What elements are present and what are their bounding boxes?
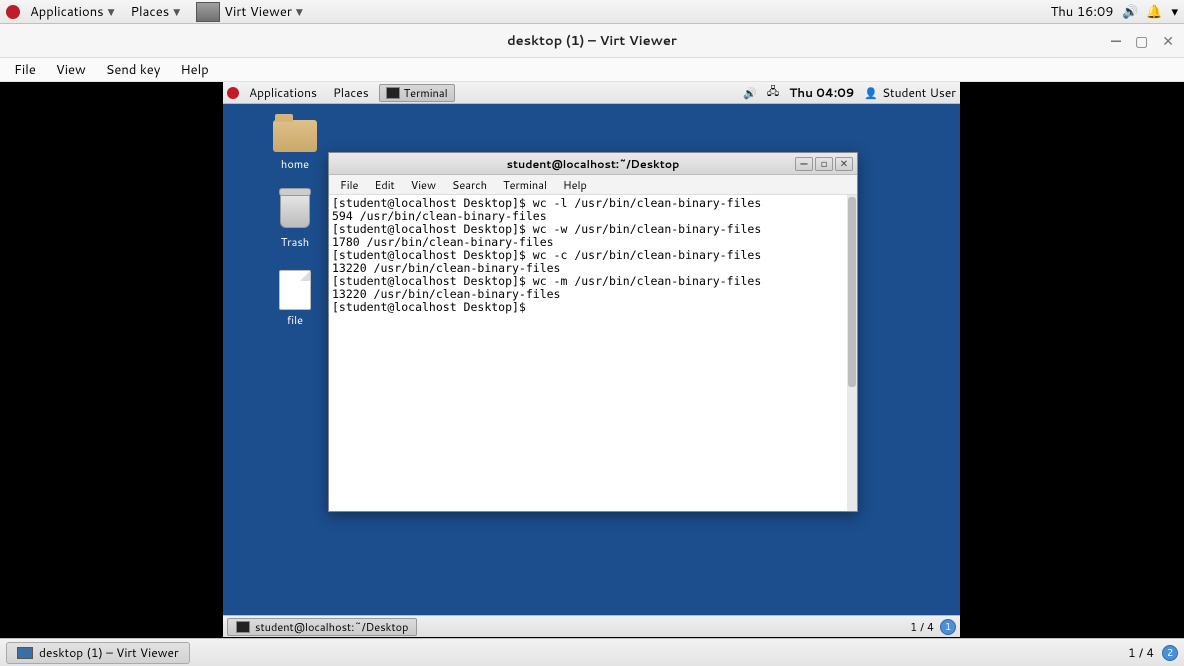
- host-bottom-panel: desktop (1) – Virt Viewer 1 / 4 2: [0, 638, 1184, 666]
- guest-workspace-badge[interactable]: 1: [940, 619, 956, 635]
- maximize-button[interactable]: ▢: [1135, 31, 1148, 51]
- guest-task-terminal-label: Terminal: [404, 85, 448, 101]
- terminal-body[interactable]: [student@localhost Desktop]$ wc -l /usr/…: [329, 195, 857, 511]
- host-workspace-indicator[interactable]: 1 / 4: [1128, 644, 1154, 661]
- virt-menu-sendkey[interactable]: Send key: [98, 59, 169, 81]
- notification-icon[interactable]: 🔔: [1147, 5, 1161, 19]
- desktop-icon-home[interactable]: home: [263, 114, 327, 172]
- viewer-display-area[interactable]: Applications Places Terminal 🔊 🖧 Thu 04:…: [0, 82, 1184, 638]
- virt-viewer-app-icon: [196, 2, 220, 22]
- guest-desktop[interactable]: Applications Places Terminal 🔊 🖧 Thu 04:…: [223, 82, 960, 637]
- folder-icon: [273, 120, 317, 152]
- terminal-titlebar[interactable]: student@localhost:~/Desktop — ▫ ✕: [329, 153, 857, 175]
- volume-icon[interactable]: 🔊: [1123, 5, 1137, 19]
- guest-places-menu[interactable]: Places: [327, 83, 375, 102]
- trash-icon: [280, 192, 310, 228]
- terminal-icon: [236, 621, 250, 633]
- host-app-label: Virt Viewer: [224, 3, 292, 21]
- desktop-icon-home-label: home: [281, 156, 309, 172]
- host-applications-label: Applications: [30, 3, 104, 21]
- volume-icon[interactable]: 🔊: [743, 85, 757, 101]
- terminal-scrollbar-thumb[interactable]: [848, 197, 856, 387]
- virt-menu-help[interactable]: Help: [172, 59, 216, 81]
- guest-workspace-indicator[interactable]: 1 / 4: [910, 619, 934, 635]
- chevron-down-icon: ▼: [173, 5, 180, 18]
- guest-taskbar-terminal[interactable]: student@localhost:~/Desktop: [227, 618, 417, 636]
- fedora-logo-icon: [6, 5, 20, 19]
- terminal-menu-view[interactable]: View: [404, 176, 443, 194]
- guest-applications-label: Applications: [249, 84, 317, 101]
- guest-desktop-icons: home Trash file: [263, 114, 327, 328]
- close-button[interactable]: ✕: [1162, 31, 1174, 51]
- guest-taskbar-terminal-label: student@localhost:~/Desktop: [255, 619, 408, 635]
- user-icon: 👤: [864, 85, 878, 101]
- desktop-icon-file[interactable]: file: [263, 270, 327, 328]
- chevron-down-icon: ▼: [108, 5, 115, 18]
- file-icon: [279, 270, 311, 310]
- terminal-menubar: File Edit View Search Terminal Help: [329, 175, 857, 195]
- guest-top-panel: Applications Places Terminal 🔊 🖧 Thu 04:…: [223, 82, 960, 104]
- terminal-title: student@localhost:~/Desktop: [507, 156, 680, 172]
- terminal-window[interactable]: student@localhost:~/Desktop — ▫ ✕ File E…: [328, 152, 858, 512]
- terminal-menu-edit[interactable]: Edit: [367, 176, 401, 194]
- virt-viewer-menubar: File View Send key Help: [0, 58, 1184, 82]
- virt-viewer-titlebar: desktop (1) – Virt Viewer — ▢ ✕: [0, 24, 1184, 58]
- host-top-panel: Applications ▼ Places ▼ Virt Viewer ▼ Th…: [0, 0, 1184, 24]
- host-app-menu[interactable]: Virt Viewer ▼: [190, 0, 309, 24]
- terminal-scrollbar[interactable]: [847, 195, 857, 511]
- chevron-down-icon[interactable]: ▾: [1171, 3, 1178, 21]
- virt-menu-file[interactable]: File: [6, 59, 44, 81]
- terminal-menu-search[interactable]: Search: [445, 176, 494, 194]
- terminal-minimize-button[interactable]: —: [795, 157, 813, 171]
- host-places-label: Places: [131, 3, 170, 21]
- guest-clock[interactable]: Thu 04:09: [789, 84, 854, 101]
- terminal-menu-help[interactable]: Help: [556, 176, 594, 194]
- terminal-menu-terminal[interactable]: Terminal: [496, 176, 554, 194]
- terminal-maximize-button[interactable]: ▫: [815, 157, 833, 171]
- host-applications-menu[interactable]: Applications ▼: [24, 1, 121, 23]
- terminal-menu-file[interactable]: File: [333, 176, 365, 194]
- host-clock[interactable]: Thu 16:09: [1051, 3, 1114, 21]
- chevron-down-icon: ▼: [296, 5, 303, 18]
- terminal-line: [student@localhost Desktop]$: [332, 301, 854, 314]
- host-places-menu[interactable]: Places ▼: [125, 1, 187, 23]
- fedora-logo-icon: [227, 87, 239, 99]
- monitor-icon: [17, 647, 33, 659]
- desktop-icon-trash[interactable]: Trash: [263, 192, 327, 250]
- terminal-close-button[interactable]: ✕: [835, 157, 853, 171]
- minimize-button[interactable]: —: [1111, 31, 1121, 51]
- host-taskbar-virtviewer-label: desktop (1) – Virt Viewer: [39, 644, 179, 661]
- guest-user-label: Student User: [882, 84, 956, 101]
- desktop-icon-file-label: file: [287, 312, 303, 328]
- host-taskbar-virtviewer[interactable]: desktop (1) – Virt Viewer: [6, 642, 190, 664]
- desktop-icon-trash-label: Trash: [281, 234, 309, 250]
- guest-applications-menu[interactable]: Applications: [243, 83, 323, 102]
- virt-viewer-title: desktop (1) – Virt Viewer: [507, 32, 677, 50]
- terminal-icon: [386, 87, 400, 99]
- guest-bottom-panel: student@localhost:~/Desktop 1 / 4 1: [223, 615, 960, 637]
- host-workspace-badge[interactable]: 2: [1162, 645, 1178, 661]
- guest-task-terminal[interactable]: Terminal: [379, 84, 455, 102]
- network-icon[interactable]: 🖧: [767, 83, 779, 102]
- guest-places-label: Places: [333, 84, 369, 101]
- virt-menu-view[interactable]: View: [48, 59, 94, 81]
- guest-user-menu[interactable]: 👤 Student User: [864, 84, 956, 101]
